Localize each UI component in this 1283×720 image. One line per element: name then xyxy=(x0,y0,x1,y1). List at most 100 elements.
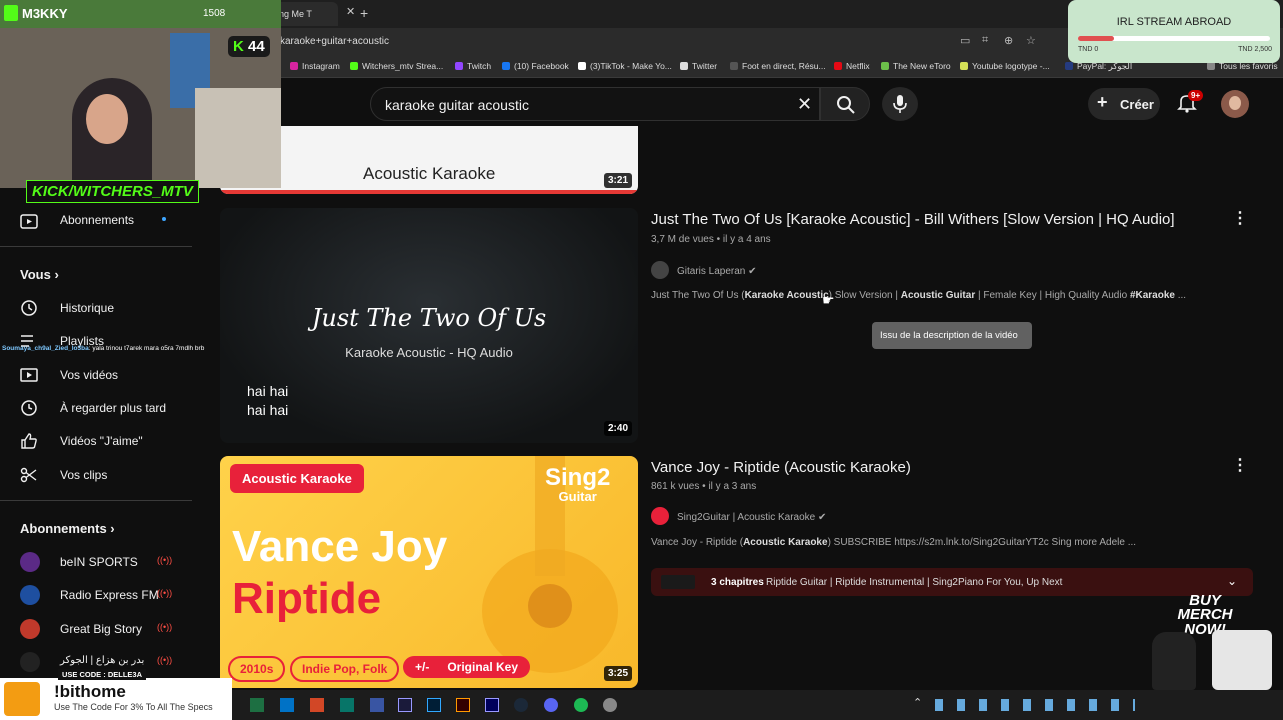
video-meta: 3,7 M de vues • il y a 4 ans xyxy=(651,234,771,245)
create-button[interactable]: + Créer xyxy=(1088,88,1160,120)
video-thumbnail-0[interactable]: Acoustic Karaoke 3:21 xyxy=(220,126,638,194)
channel-avatar xyxy=(20,585,40,605)
sidebar-item-clips[interactable]: Vos clips xyxy=(12,459,192,491)
folder-icon xyxy=(1207,62,1215,70)
promo-code: USE CODE : DELLE3A xyxy=(58,669,147,680)
bookmark-label: Twitch xyxy=(467,61,492,71)
channel-avatar xyxy=(20,652,40,672)
chat-message: Soumaya_ch9al_Zied_lo3ba: yala trinou t7… xyxy=(2,345,204,352)
video-title[interactable]: Just The Two Of Us [Karaoke Acoustic] - … xyxy=(651,211,1175,228)
sidebar-item-label: Historique xyxy=(60,301,115,315)
video-meta: 861 k vues • il y a 3 ans xyxy=(651,481,757,492)
chevron-down-icon[interactable]: ⌄ xyxy=(1227,574,1237,588)
sing2guitar-logo: Sing2 Guitar xyxy=(545,464,611,504)
address-bar[interactable]: karaoke+guitar+acoustic xyxy=(280,33,1060,51)
tiktok-icon xyxy=(578,62,586,70)
sidebar-item-liked-videos[interactable]: Vidéos "J'aime" xyxy=(12,425,192,457)
more-options-icon[interactable]: ⋮ xyxy=(1232,455,1248,475)
close-tab-icon[interactable]: ✕ xyxy=(346,5,355,18)
spotify-icon[interactable] xyxy=(574,698,588,712)
verified-icon: ✔ xyxy=(748,266,757,277)
bookmark-instagram[interactable]: Instagram xyxy=(290,61,340,71)
search-input[interactable]: karaoke guitar acoustic ✕ xyxy=(370,87,820,121)
outlook-icon[interactable] xyxy=(280,698,294,712)
channel-link[interactable]: Sing2Guitar | Acoustic Karaoke ✔ xyxy=(651,507,826,525)
discord-icon[interactable] xyxy=(544,698,558,712)
view-count: 861 k vues xyxy=(651,481,700,492)
bookmark-netflix[interactable]: Netflix xyxy=(834,61,870,71)
avatar[interactable] xyxy=(1221,90,1249,118)
excel-icon[interactable] xyxy=(250,698,264,712)
channel-avatar xyxy=(651,261,669,279)
bookmark-twitter[interactable]: Twitter xyxy=(680,61,717,71)
bookmark-facebook[interactable]: (10) Facebook xyxy=(502,61,569,71)
chat-user: Soumaya_ch9al_Zied_lo3ba xyxy=(2,345,89,352)
sidebar-channel-radio-express[interactable]: Radio Express FM ((•)) xyxy=(12,579,192,611)
kick-handle: KICK/WITCHERS_MTV xyxy=(32,183,193,200)
sidebar-item-playlists[interactable]: Playlists xyxy=(12,325,192,357)
subscriptions-heading[interactable]: Abonnements › xyxy=(20,521,115,536)
bookmark-foot[interactable]: Foot en direct, Résu... xyxy=(730,61,826,71)
illustrator-icon[interactable] xyxy=(456,698,470,712)
bookmark-label: (3)TikTok - Make Yo... xyxy=(590,61,672,71)
bookmark-label: The New eToro xyxy=(893,61,951,71)
photoshop-icon[interactable] xyxy=(427,698,441,712)
tray-icons xyxy=(935,699,1135,711)
tray-chevron-icon[interactable]: ⌃ xyxy=(913,696,922,709)
video-title[interactable]: Vance Joy - Riptide (Acoustic Karaoke) xyxy=(651,459,911,476)
powerpoint-icon[interactable] xyxy=(310,698,324,712)
bookmark-tiktok[interactable]: (3)TikTok - Make Yo... xyxy=(578,61,672,71)
chevron-right-icon: › xyxy=(54,267,59,282)
you-heading[interactable]: Vous › xyxy=(20,267,59,282)
steam-icon[interactable] xyxy=(514,698,528,712)
clear-search-icon[interactable]: ✕ xyxy=(797,94,812,115)
cast-icon[interactable]: ▭ xyxy=(960,34,970,47)
sidebar-item-watch-later[interactable]: À regarder plus tard xyxy=(12,392,192,424)
bookmark-label: Twitter xyxy=(692,61,718,71)
bookmark-twitch[interactable]: Twitch xyxy=(455,61,491,71)
bookmark-star-icon[interactable]: ☆ xyxy=(1026,34,1036,47)
publisher-icon[interactable] xyxy=(340,698,354,712)
sidebar: Abonnements Vous › Historique Playlists … xyxy=(0,200,200,690)
sidebar-item-subscriptions[interactable]: Abonnements xyxy=(12,204,192,236)
sidebar-item-your-videos[interactable]: Vos vidéos xyxy=(12,359,192,391)
tag-label: 2010s xyxy=(240,662,274,676)
channel-link[interactable]: Gitaris Laperan ✔ xyxy=(651,261,757,279)
voice-search-button[interactable] xyxy=(882,87,918,121)
chapters-bar[interactable]: 3 chapitres Riptide Guitar | Riptide Ins… xyxy=(651,568,1253,596)
video-thumbnail-2[interactable]: Acoustic Karaoke Sing2 Guitar Vance Joy R… xyxy=(220,456,638,688)
logo-line: Sing2 xyxy=(545,464,611,491)
sidebar-channel-bein[interactable]: beIN SPORTS ((•)) xyxy=(12,546,192,578)
video-thumbnail-1[interactable]: Just The Two Of Us Karaoke Acoustic - HQ… xyxy=(220,208,638,443)
desc-highlight: Acoustic Guitar xyxy=(900,290,976,301)
live-icon: ((•)) xyxy=(157,622,173,632)
new-tab-icon[interactable]: + xyxy=(360,5,368,21)
sidebar-item-history[interactable]: Historique xyxy=(12,292,192,324)
divider xyxy=(0,246,192,247)
goal-min: TND 0 xyxy=(1078,46,1099,53)
history-icon xyxy=(21,300,37,316)
bookmark-youtube-logotype[interactable]: Youtube logotype -... xyxy=(960,61,1050,71)
more-options-icon[interactable]: ⋮ xyxy=(1232,208,1248,228)
visio-icon[interactable] xyxy=(370,698,384,712)
premiere-icon[interactable] xyxy=(485,698,499,712)
desc-part: | Female Key | High Quality Audio xyxy=(975,290,1130,301)
promo-banner: USE CODE : DELLE3A !bithome Use The Code… xyxy=(0,669,232,720)
after-effects-icon[interactable] xyxy=(398,698,412,712)
search-button[interactable] xyxy=(820,87,870,121)
chrome-icon[interactable] xyxy=(603,698,617,712)
chapter-thumb xyxy=(661,575,695,589)
translate-icon[interactable]: ⌗ xyxy=(982,34,988,47)
desc-part: Vance Joy - Riptide ( xyxy=(651,537,744,548)
chapters-text: Riptide Guitar | Riptide Instrumental | … xyxy=(766,577,1063,588)
clock-icon xyxy=(21,400,37,416)
sidebar-channel-great-big-story[interactable]: Great Big Story ((•)) xyxy=(12,613,192,645)
thumbnail-title: Acoustic Karaoke xyxy=(363,164,496,183)
zoom-icon[interactable]: ⊕ xyxy=(1004,34,1013,47)
tooltip: Issu de la description de la vidéo xyxy=(872,322,1032,349)
paypal-icon xyxy=(1065,62,1073,70)
bookmark-witchers[interactable]: Witchers_mtv Strea... xyxy=(350,61,443,71)
bookmark-label: Youtube logotype -... xyxy=(972,61,1050,71)
bookmark-etoro[interactable]: The New eToro xyxy=(881,61,951,71)
desc-highlight: #Karaoke xyxy=(1129,290,1175,301)
